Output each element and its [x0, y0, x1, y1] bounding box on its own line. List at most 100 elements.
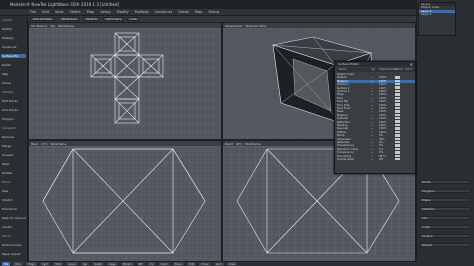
color-swatch[interactable]: [395, 110, 400, 113]
left-panel-item[interactable]: Surface Ed.: [1, 54, 26, 58]
close-icon[interactable]: ×: [410, 62, 413, 67]
color-swatch[interactable]: [395, 93, 400, 96]
col-header[interactable]: Name: [337, 68, 371, 72]
left-panel-item[interactable]: Utilities: [1, 90, 26, 94]
left-panel-item[interactable]: Setup: [1, 81, 26, 85]
color-swatch[interactable]: [395, 117, 400, 120]
right-panel-button[interactable]: Polygons: [419, 189, 471, 193]
statusbar-button[interactable]: View: [226, 262, 238, 266]
color-swatch[interactable]: [395, 86, 400, 89]
color-swatch[interactable]: [395, 103, 400, 106]
menu-item[interactable]: Modify: [117, 10, 129, 14]
menu-item[interactable]: File: [30, 10, 36, 14]
left-panel-item[interactable]: Transform: [1, 207, 26, 211]
color-swatch[interactable]: [395, 96, 400, 100]
left-panel-item[interactable]: Size: [1, 189, 26, 193]
surface-row[interactable]: Double Sided — Off: [337, 157, 415, 161]
viewport-top-left[interactable]: UV Texture Top Wireframe: [28, 22, 222, 140]
left-panel-item[interactable]: Subpatch: [1, 126, 26, 130]
color-swatch[interactable]: [395, 76, 400, 79]
col-header[interactable]: Color: [405, 68, 415, 72]
left-panel-item[interactable]: Merge: [1, 144, 26, 148]
statusbar-button[interactable]: Cage: [106, 262, 118, 266]
statusbar-button[interactable]: Grid: [213, 262, 224, 266]
menu-item[interactable]: Map: [195, 10, 203, 14]
menu-item[interactable]: Map: [87, 10, 95, 14]
right-panel-button[interactable]: Points: [419, 180, 471, 184]
statusbar-button[interactable]: Edge: [25, 262, 38, 266]
left-panel-item[interactable]: Extend Lines: [1, 243, 26, 247]
statusbar-button[interactable]: Bone: [172, 262, 184, 266]
toolbar-button[interactable]: Wireframe: [58, 17, 81, 21]
color-swatch[interactable]: [395, 100, 400, 103]
color-swatch[interactable]: [395, 151, 400, 154]
col-header[interactable]: Sel: [371, 68, 379, 72]
color-swatch[interactable]: [395, 147, 400, 151]
toolbar-button[interactable]: Stretch: [83, 17, 100, 21]
left-panel-item[interactable]: Weld: [1, 162, 26, 166]
left-panel-item[interactable]: Detail: [1, 63, 26, 67]
menu-item[interactable]: Setup: [208, 10, 218, 14]
left-panel-item[interactable]: Rotate: [1, 171, 26, 175]
menu-item[interactable]: Construct: [155, 10, 172, 14]
layer-row[interactable]: Layer 2: [419, 12, 455, 16]
color-swatch[interactable]: [395, 144, 400, 147]
statusbar-button[interactable]: Layer: [66, 262, 78, 266]
statusbar-button[interactable]: Wt: [136, 262, 145, 266]
color-swatch[interactable]: [395, 83, 400, 86]
color-swatch[interactable]: [395, 89, 400, 93]
color-swatch[interactable]: [395, 134, 400, 137]
left-panel-item[interactable]: Modify: [1, 27, 26, 31]
color-swatch[interactable]: [395, 123, 400, 127]
left-panel-item[interactable]: Map: [1, 72, 26, 76]
color-swatch[interactable]: [395, 79, 400, 82]
statusbar-button[interactable]: Sym: [40, 262, 51, 266]
left-panel-item[interactable]: Move: [1, 180, 26, 184]
col-header[interactable]: Displacement: [379, 68, 397, 72]
color-swatch[interactable]: [395, 157, 400, 161]
col-header[interactable]: Bump: [395, 68, 405, 72]
color-swatch[interactable]: [395, 127, 400, 130]
statusbar-button[interactable]: Sel: [80, 262, 90, 266]
toolbar-button[interactable]: Symmetry: [102, 17, 125, 21]
toolbar-button[interactable]: Hub: [127, 17, 140, 21]
color-swatch-cell[interactable]: [395, 157, 415, 161]
menu-item[interactable]: Setup: [100, 10, 110, 14]
statusbar-button[interactable]: Draw: [199, 262, 211, 266]
left-panel-item[interactable]: Multiply: [1, 36, 26, 40]
color-swatch[interactable]: [395, 137, 400, 140]
menu-item[interactable]: Detail: [178, 10, 189, 14]
left-panel-item[interactable]: Unweld: [1, 153, 26, 157]
statusbar-button[interactable]: Poly: [13, 262, 23, 266]
viewport-bottom-left[interactable]: Back (XY) Wireframe: [28, 140, 222, 262]
statusbar-button[interactable]: Edit: [186, 262, 197, 266]
right-panel-button[interactable]: Edges: [419, 198, 471, 202]
left-panel-item[interactable]: Remove: [1, 135, 26, 139]
left-panel-item[interactable]: Edit Points: [1, 99, 26, 103]
statusbar-button[interactable]: Mod: [53, 262, 64, 266]
left-panel-item[interactable]: Create: [1, 18, 26, 22]
left-panel-item[interactable]: Polygon: [1, 117, 26, 121]
menu-item[interactable]: Edit: [42, 10, 49, 14]
color-swatch[interactable]: [395, 106, 400, 110]
left-panel-item[interactable]: Taper Adjust: [1, 252, 26, 256]
color-swatch[interactable]: [395, 130, 400, 134]
right-panel-button[interactable]: Info: [419, 216, 471, 220]
toolbar-button[interactable]: Mod Modeler: [30, 17, 56, 21]
menu-item[interactable]: Multiply: [135, 10, 149, 14]
left-panel-item[interactable]: Stretch: [1, 198, 26, 202]
statusbar-button[interactable]: Pts: [2, 262, 11, 266]
menu-item[interactable]: Select: [70, 10, 81, 14]
statusbar-button[interactable]: SubD: [92, 262, 104, 266]
left-panel-item[interactable]: Add Points: [1, 108, 26, 112]
color-swatch[interactable]: [395, 113, 400, 117]
color-swatch[interactable]: [395, 154, 400, 157]
left-panel-item[interactable]: Rest On Ground: [1, 216, 26, 220]
menu-item[interactable]: View: [55, 10, 64, 14]
color-swatch[interactable]: [395, 120, 400, 123]
statusbar-button[interactable]: UV: [147, 262, 156, 266]
right-panel-button[interactable]: Surface: [419, 234, 471, 238]
right-panel-button[interactable]: Weight: [419, 243, 471, 247]
right-panel-button[interactable]: Statistics: [419, 207, 471, 211]
right-panel-button[interactable]: Vmap: [419, 225, 471, 229]
